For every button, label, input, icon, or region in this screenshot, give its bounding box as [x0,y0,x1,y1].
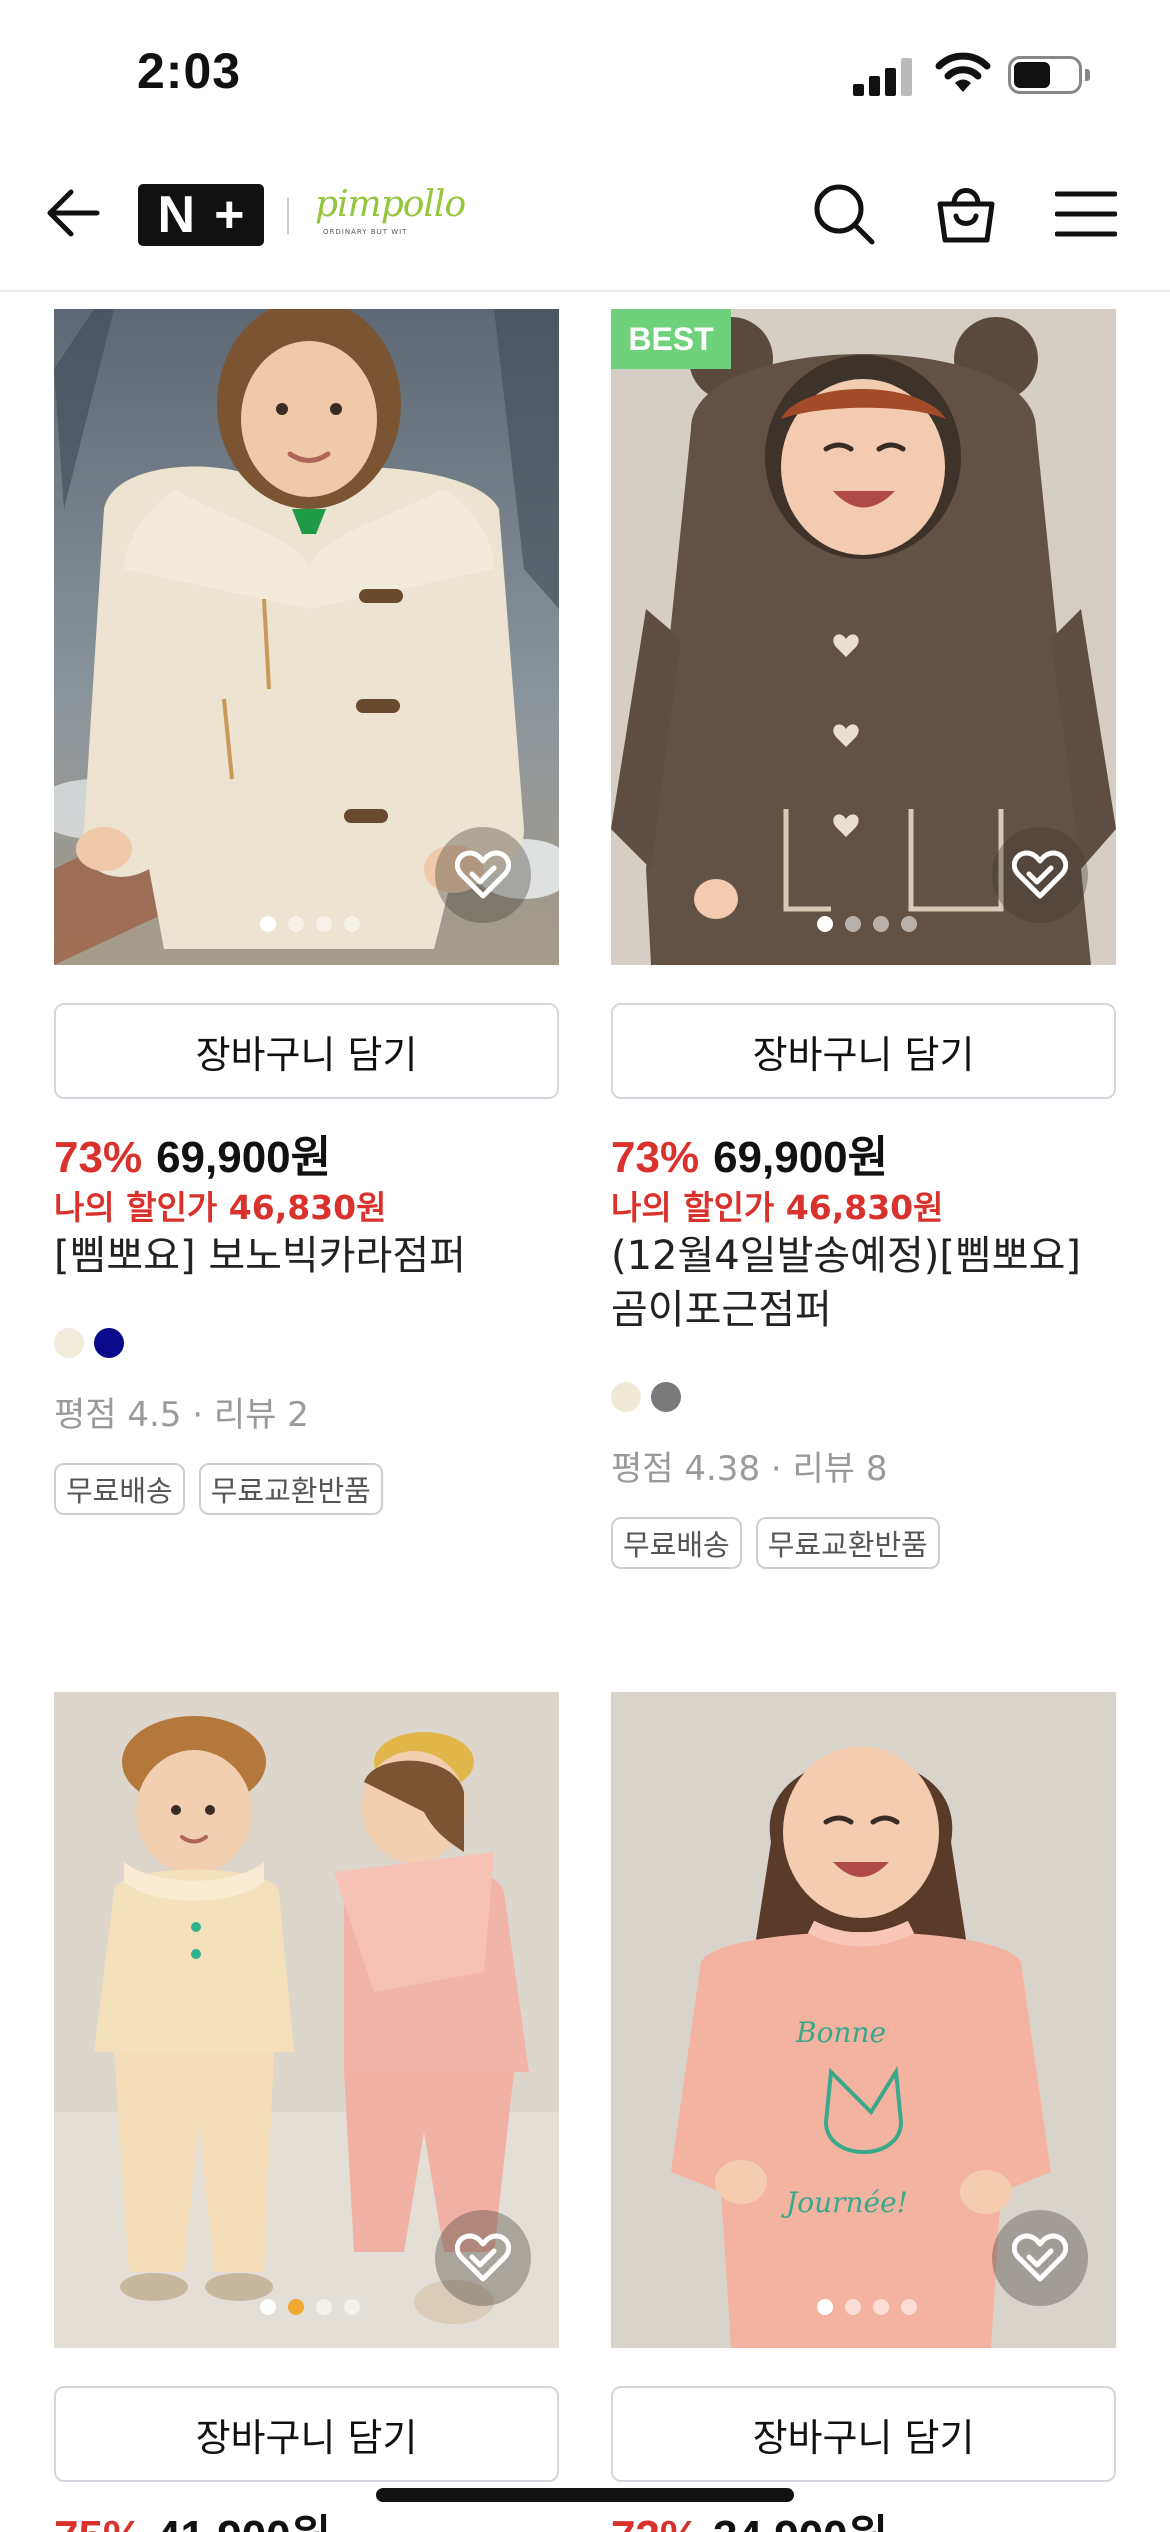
svg-text:Bonne: Bonne [795,2016,886,2049]
best-badge: BEST [611,309,731,369]
status-time: 2:03 [137,43,242,99]
free-shipping-tag: 무료배송 [54,1463,185,1515]
color-swatch [54,1328,84,1358]
add-to-cart-button[interactable]: 장바구니 담기 [611,2386,1116,2482]
hamburger-menu-icon [1055,191,1117,237]
pagination-dot [316,2299,332,2315]
product-image[interactable] [54,1692,559,2348]
add-to-cart-button[interactable]: 장바구니 담기 [54,2386,559,2482]
pagination-dot [873,916,889,932]
pagination-dot [288,2299,304,2315]
cellular-signal-icon [853,58,915,96]
pagination-dot [288,916,304,932]
arrow-left-icon [47,189,100,237]
free-shipping-tag: 무료배송 [611,1517,742,1569]
nplus-logo-plus: + [214,186,245,244]
pagination-dot [873,2299,889,2315]
pagination-dot [901,2299,917,2315]
color-swatch [651,1382,681,1412]
wifi-icon [935,52,991,92]
nplus-logo[interactable]: N + [138,184,264,246]
free-return-tag: 무료교환반품 [755,1517,940,1569]
color-swatch [94,1328,124,1358]
product-image[interactable]: Bonne Journée! [611,1692,1116,2348]
home-indicator[interactable] [376,2488,794,2502]
heart-icon [455,850,511,899]
my-discount-price: 나의 할인가 46,830원 [54,1188,387,1227]
image-pagination-dots [817,2299,917,2315]
wishlist-button[interactable] [992,827,1088,923]
search-button[interactable] [808,178,880,250]
discount-rate: 75% [54,2512,142,2532]
benefit-tags: 무료배송 무료교환반품 [611,1517,940,1569]
wishlist-button[interactable] [435,827,531,923]
image-pagination-dots [260,916,360,932]
price: 69,900원 [713,1133,889,1182]
nplus-logo-n: N [157,186,196,244]
color-swatches [54,1328,124,1358]
heart-icon [1012,850,1068,899]
pagination-dot [845,916,861,932]
product-image[interactable] [54,309,559,965]
pagination-dot [845,2299,861,2315]
product-title[interactable]: (12월4일발송예정)[삠뽀요] 곰이포근점퍼 [611,1229,1116,1337]
battery-icon [1008,56,1090,94]
logo-divider [287,198,289,234]
product-image[interactable]: BEST [611,309,1116,965]
menu-button[interactable] [1050,178,1122,250]
search-icon [814,184,875,245]
add-to-cart-button[interactable]: 장바구니 담기 [54,1003,559,1099]
brand-tagline: ORDINARY BUT WIT [323,228,408,236]
pagination-dot [817,2299,833,2315]
wishlist-button[interactable] [435,2210,531,2306]
pagination-dot [901,916,917,932]
add-to-cart-button[interactable]: 장바구니 담기 [611,1003,1116,1099]
heart-icon [455,2233,511,2282]
discount-rate: 73% [611,1133,700,1182]
rating-review: 평점 4.5 · 리뷰 2 [54,1395,309,1435]
back-button[interactable] [40,180,106,246]
pagination-dot [316,916,332,932]
svg-text:Journée!: Journée! [781,2186,908,2219]
price-row: 73% 69,900원 [54,1121,331,1185]
pagination-dot [817,916,833,932]
price: 69,900원 [156,1133,332,1182]
cart-button[interactable] [930,178,1002,250]
top-nav-bar: N + pimpollo ORDINARY BUT WIT [0,150,1170,292]
product-title[interactable]: [삠뽀요] 보노빅카라점퍼 [54,1229,559,1283]
image-pagination-dots [817,916,917,932]
free-return-tag: 무료교환반품 [198,1463,383,1515]
pagination-dot [260,2299,276,2315]
brand-name: pimpollo [315,184,466,225]
shopping-bag-icon [937,188,995,243]
my-discount-price: 나의 할인가 46,830원 [611,1188,944,1227]
status-bar: 2:03 [0,0,1170,150]
wishlist-button[interactable] [992,2210,1088,2306]
price-row: 73% 69,900원 [611,1121,888,1185]
heart-icon [1012,2233,1068,2282]
pagination-dot [344,2299,360,2315]
image-pagination-dots [260,2299,360,2315]
price-row: 75% 41,900원 [54,2500,331,2532]
benefit-tags: 무료배송 무료교환반품 [54,1463,383,1515]
pagination-dot [344,916,360,932]
discount-rate: 73% [54,1133,143,1182]
rating-review: 평점 4.38 · 리뷰 8 [611,1449,888,1489]
price: 34,900원 [713,2512,888,2532]
color-swatch [611,1382,641,1412]
discount-rate: 73% [611,2512,699,2532]
color-swatches [611,1382,681,1412]
brand-logo[interactable]: pimpollo ORDINARY BUT WIT [315,180,466,244]
price-row: 73% 34,900원 [611,2500,888,2532]
pagination-dot [260,916,276,932]
price: 41,900원 [156,2512,331,2532]
